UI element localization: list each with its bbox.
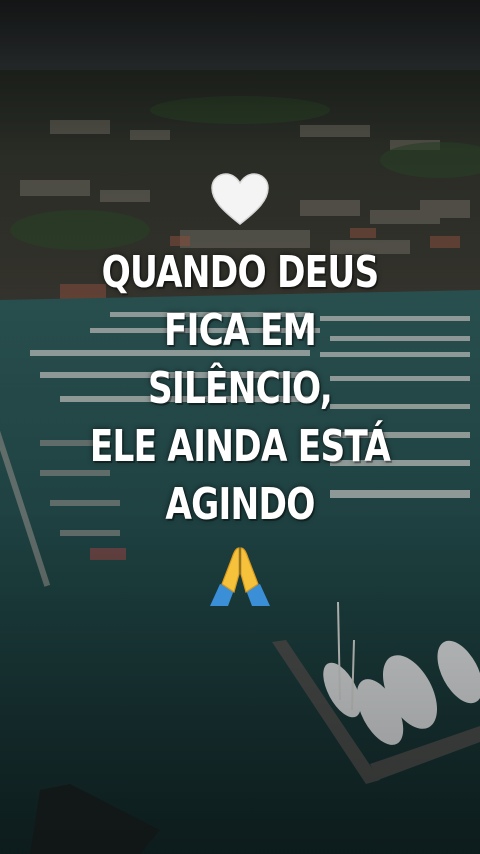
caption-line-2: FICA EM <box>163 305 317 356</box>
caption-line-5: AGINDO <box>165 479 315 530</box>
caption-block: QUANDO DEUS FICA EM SILÊNCIO, ELE AINDA … <box>0 172 480 608</box>
caption-line-4: ELE AINDA ESTÁ <box>89 421 391 472</box>
caption-line-3: SILÊNCIO, <box>148 363 333 414</box>
caption-text: QUANDO DEUS FICA EM SILÊNCIO, ELE AINDA … <box>0 244 480 534</box>
video-frame: QUANDO DEUS FICA EM SILÊNCIO, ELE AINDA … <box>0 0 480 854</box>
white-heart-icon <box>211 173 269 225</box>
folded-hands-icon <box>210 547 270 606</box>
caption-line-1: QUANDO DEUS <box>101 247 380 298</box>
